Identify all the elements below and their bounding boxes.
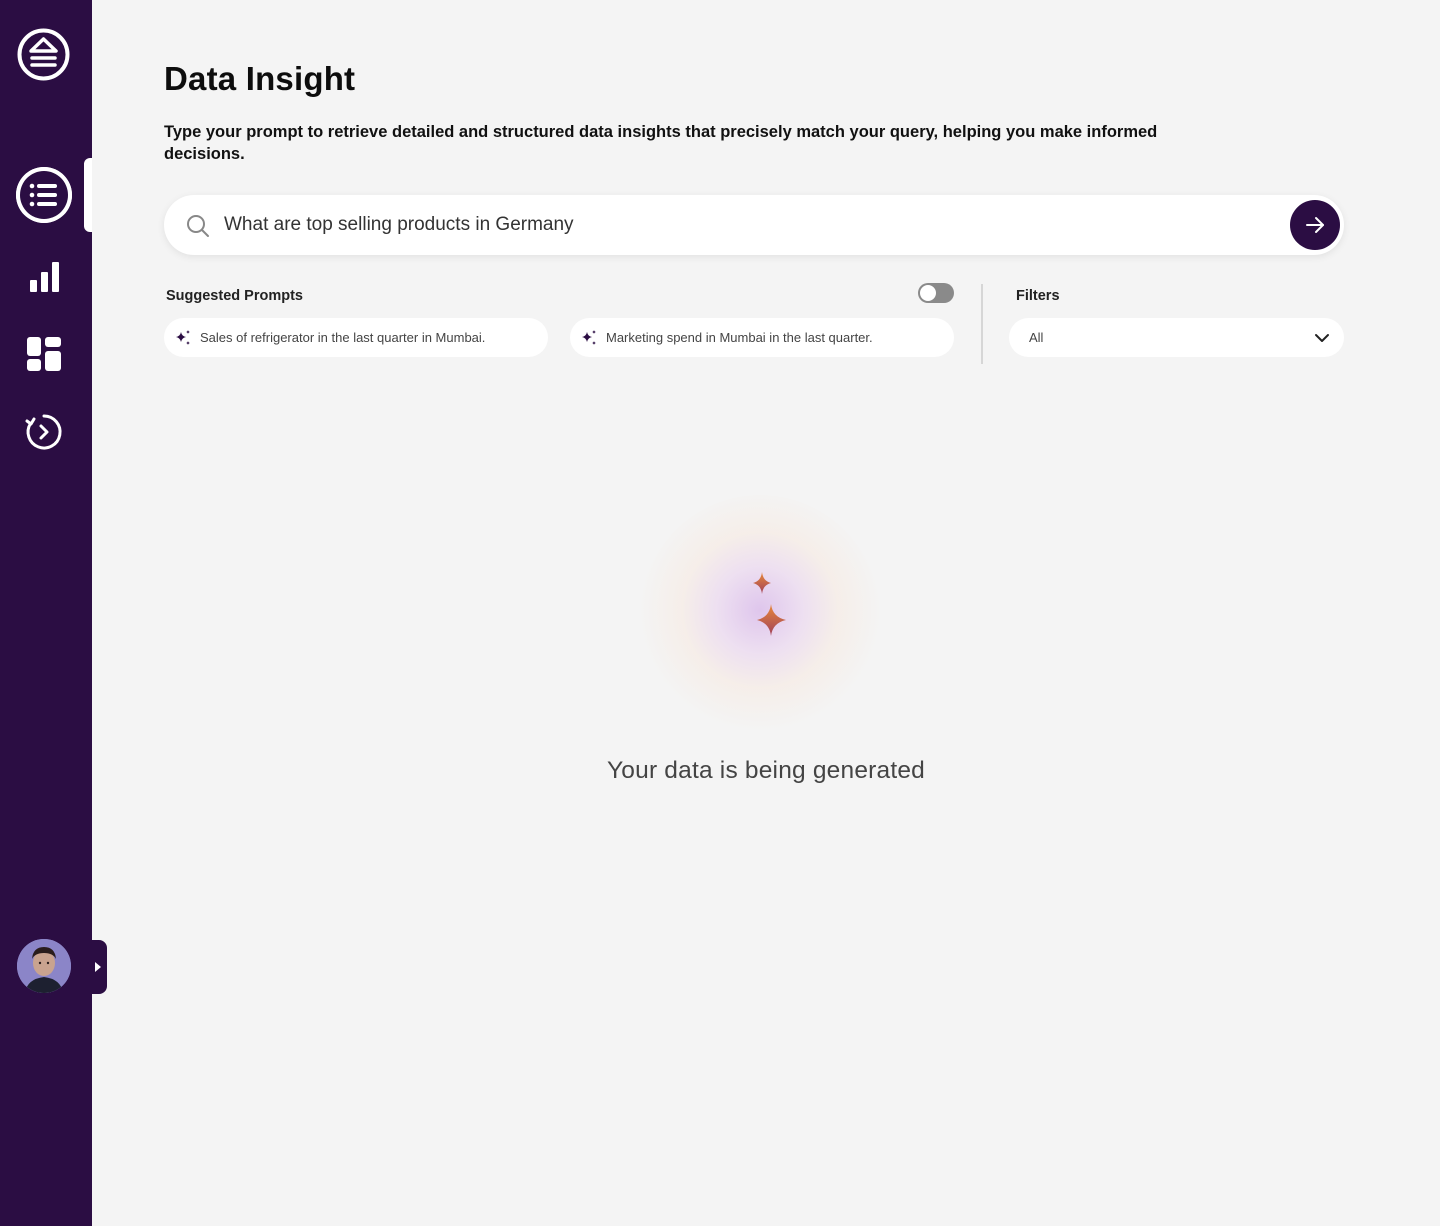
page-description: Type your prompt to retrieve detailed an… — [164, 123, 1158, 163]
toggle-knob — [920, 285, 936, 301]
submit-button[interactable] — [1290, 200, 1340, 250]
sidebar-item-history[interactable] — [16, 404, 72, 460]
sidebar-item-list[interactable] — [16, 167, 72, 223]
active-nav-indicator — [84, 158, 92, 232]
suggested-prompt-chip[interactable]: Marketing spend in Mumbai in the last qu… — [570, 318, 954, 357]
list-icon — [16, 167, 72, 223]
chevron-down-icon — [1315, 334, 1329, 342]
arrow-right-icon — [1306, 217, 1324, 233]
bar-chart-icon — [30, 262, 59, 292]
history-icon — [25, 414, 62, 450]
suggested-prompts-toggle[interactable] — [918, 283, 954, 303]
search-bar — [164, 195, 1344, 255]
page-title: Data Insight — [164, 60, 356, 97]
section-divider — [981, 284, 983, 364]
search-input[interactable] — [224, 209, 1274, 241]
filter-selected-value: All — [1029, 330, 1044, 345]
main-content: Data Insight Type your prompt to retriev… — [92, 0, 1440, 1226]
suggested-prompt-text: Marketing spend in Mumbai in the last qu… — [606, 330, 873, 345]
filters-label: Filters — [1016, 288, 1060, 304]
sidebar-item-chart[interactable] — [16, 248, 72, 304]
loading-message: Your data is being generated — [607, 757, 925, 784]
sparkle-loading-icon — [753, 572, 786, 636]
dashboard-grid-icon — [27, 337, 61, 371]
user-avatar[interactable] — [17, 939, 71, 993]
suggested-prompt-chip[interactable]: Sales of refrigerator in the last quarte… — [164, 318, 548, 357]
suggested-prompts-label: Suggested Prompts — [166, 288, 303, 304]
sidebar-item-dashboard[interactable] — [16, 326, 72, 382]
filter-select[interactable]: All — [1009, 318, 1344, 357]
sidebar — [0, 0, 107, 1226]
sparkle-icon — [582, 330, 596, 345]
suggested-prompt-text: Sales of refrigerator in the last quarte… — [200, 330, 486, 345]
eject-logo-icon[interactable] — [16, 27, 71, 82]
sparkle-icon — [176, 330, 190, 345]
search-icon — [187, 215, 209, 237]
